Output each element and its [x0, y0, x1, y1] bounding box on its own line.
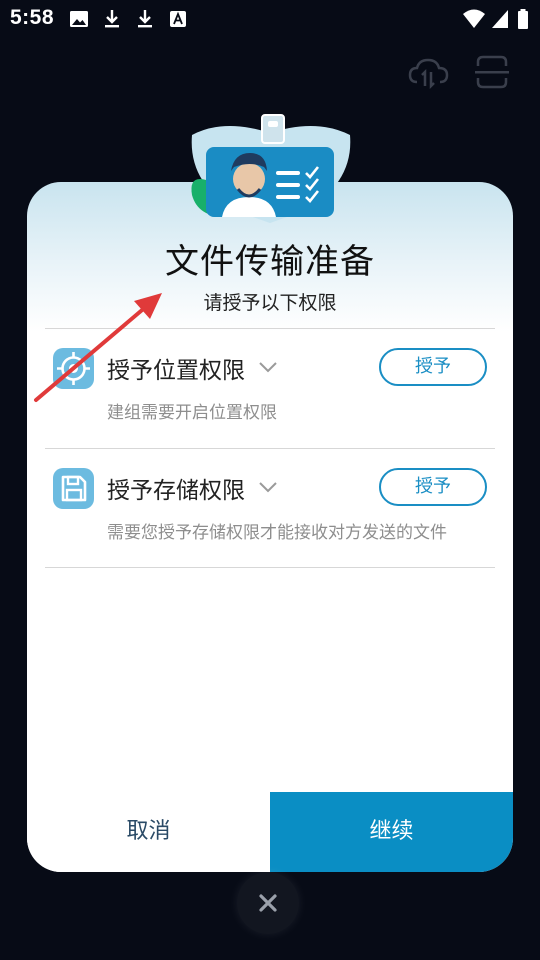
cancel-button[interactable]: 取消 — [27, 792, 270, 872]
image-icon — [70, 11, 88, 27]
divider — [45, 567, 495, 568]
download-icon — [138, 10, 152, 28]
dialog-title: 文件传输准备 — [165, 242, 375, 282]
continue-button[interactable]: 继续 — [270, 792, 513, 872]
a-icon — [170, 11, 186, 27]
chevron-down-icon[interactable] — [258, 480, 278, 494]
scan-icon[interactable] — [470, 52, 514, 92]
save-disk-icon — [53, 468, 94, 509]
wifi-icon — [463, 9, 485, 28]
signal-icon — [492, 10, 508, 28]
grant-storage-button[interactable]: 授予 — [379, 468, 487, 506]
chevron-down-icon[interactable] — [258, 360, 278, 374]
download-icon — [105, 10, 119, 28]
status-time: 5:58 — [10, 6, 55, 29]
annotation-arrow-icon — [34, 293, 162, 402]
permission-row-storage: 授予存储权限 需要您授予存储权限才能接收对方发送的文件 授予 — [27, 448, 513, 568]
permission-title: 授予存储权限 — [107, 478, 245, 504]
grant-location-button[interactable]: 授予 — [379, 348, 487, 386]
permission-description: 需要您授予存储权限才能接收对方发送的文件 — [107, 523, 447, 543]
id-card-illustration — [191, 114, 351, 223]
battery-icon — [518, 9, 528, 29]
status-bar: 5:58 — [0, 0, 540, 36]
close-button[interactable] — [237, 872, 299, 934]
close-icon — [259, 894, 277, 912]
cloud-sync-icon[interactable] — [407, 52, 451, 92]
